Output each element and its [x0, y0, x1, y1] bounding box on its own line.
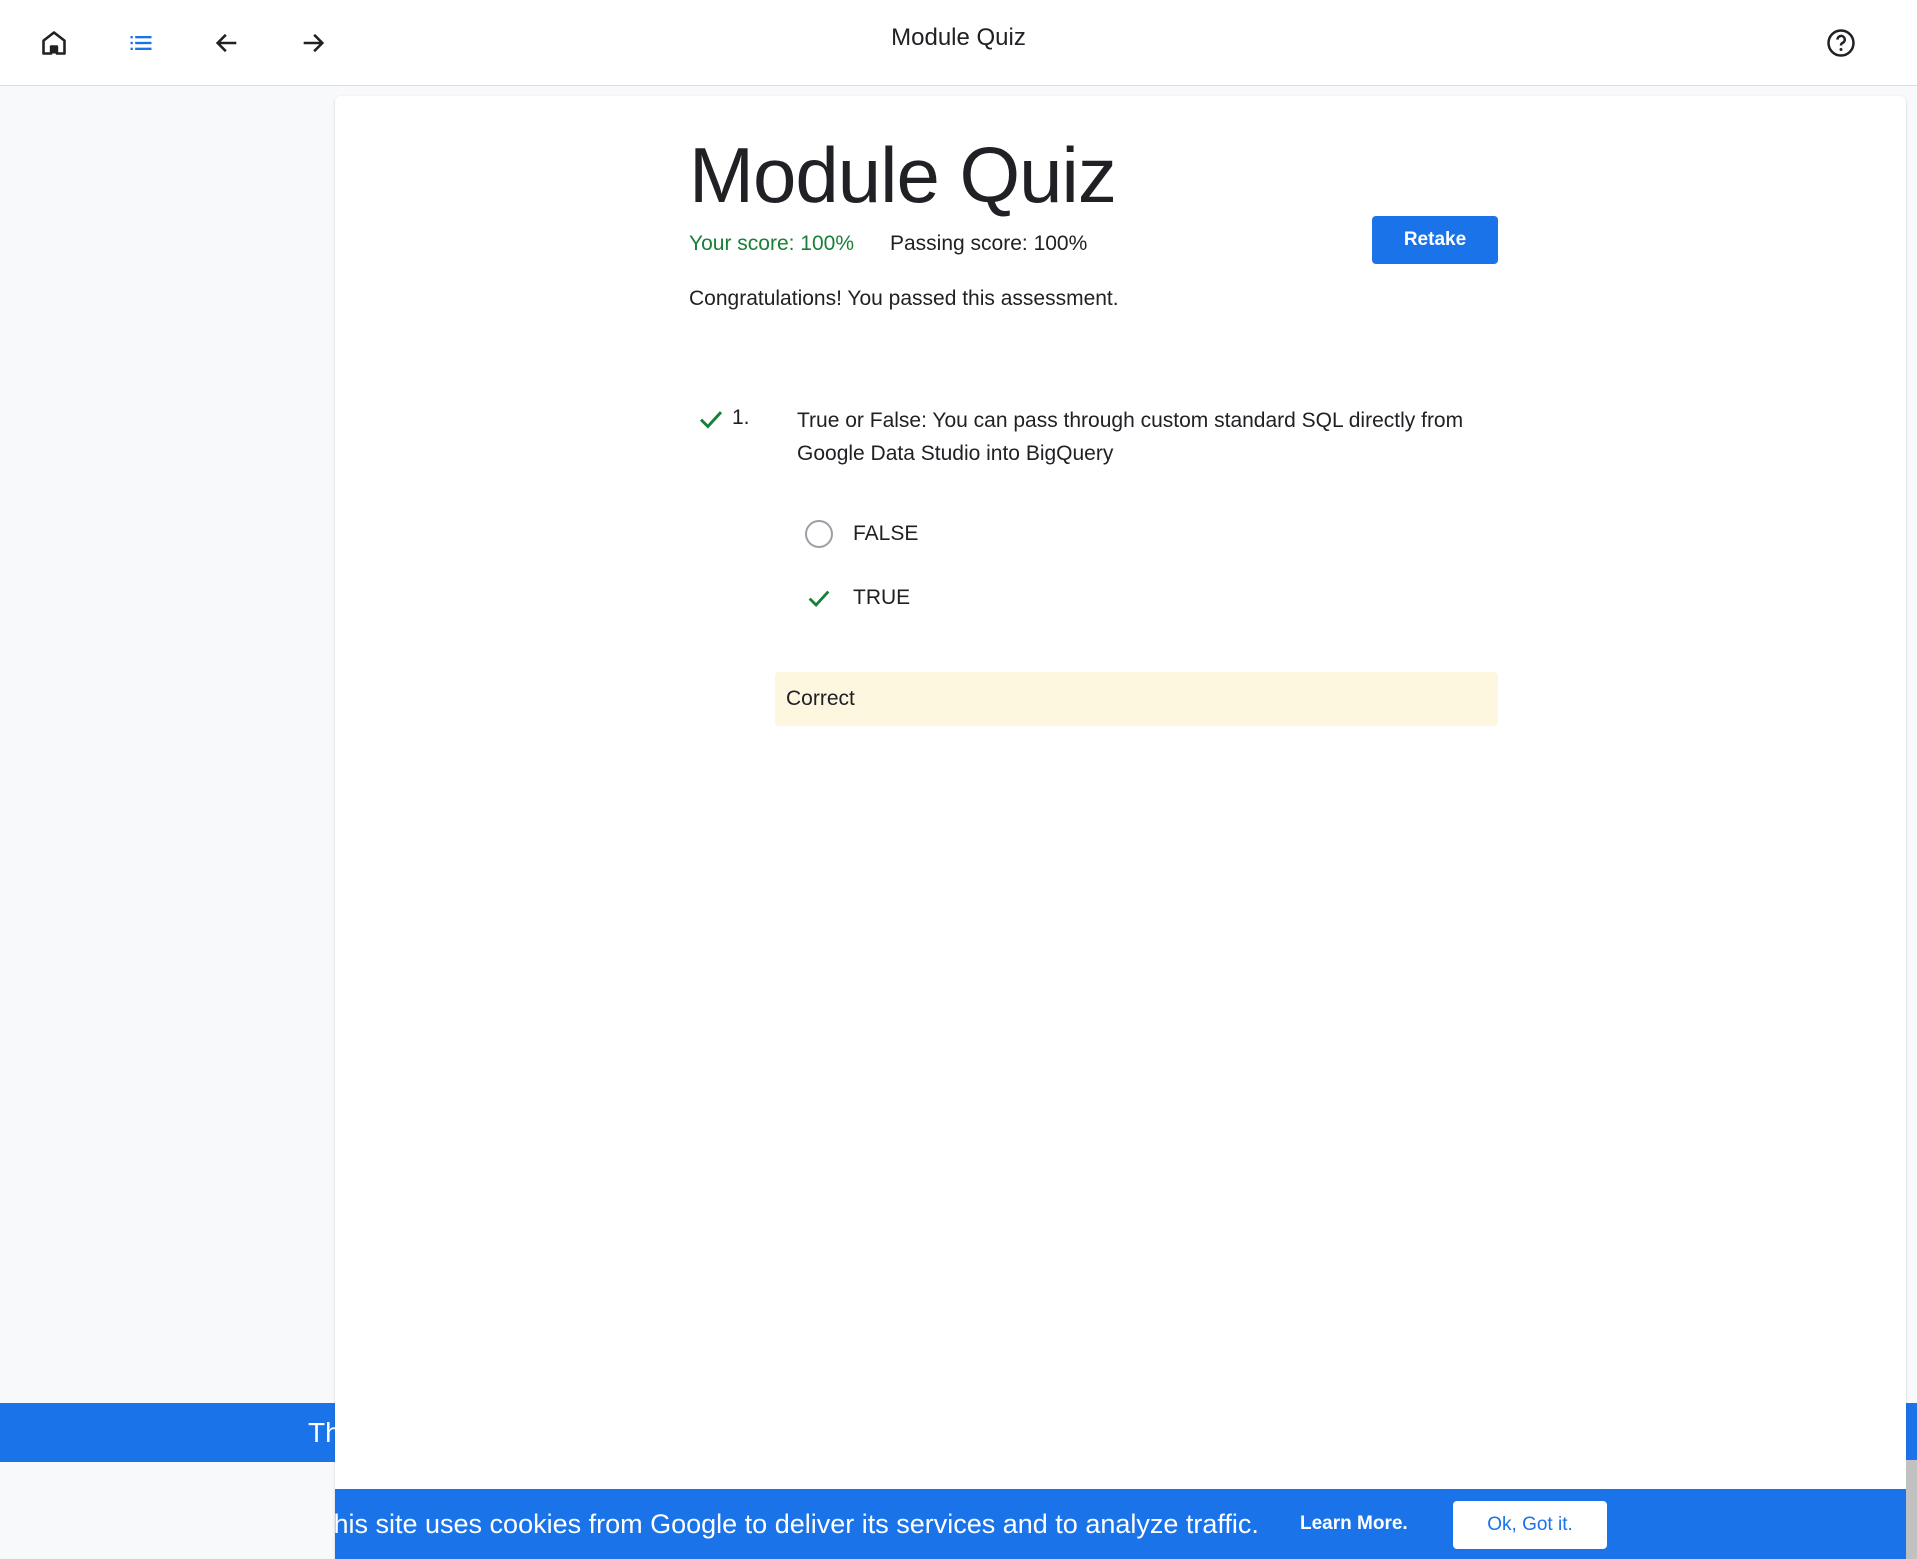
- result-message: Congratulations! You passed this assessm…: [689, 287, 1119, 310]
- ok-got-it-button[interactable]: Ok, Got it.: [1453, 1501, 1607, 1549]
- quiz-card: [335, 96, 1906, 1559]
- option-true[interactable]: TRUE: [805, 580, 910, 616]
- option-false[interactable]: FALSE: [805, 516, 918, 552]
- top-bar: Module Quiz: [0, 0, 1917, 86]
- check-icon: [805, 584, 833, 612]
- question-correct-check-icon: [696, 404, 726, 434]
- retake-button[interactable]: Retake: [1372, 216, 1498, 264]
- cookie-text: This site uses cookies from Google to de…: [335, 1509, 1259, 1539]
- score-line: Your score: 100% Passing score: 100%: [689, 232, 1087, 256]
- answer-feedback: Correct: [775, 672, 1498, 726]
- question-number: 1.: [732, 406, 750, 429]
- your-score: Your score: 100%: [689, 232, 854, 255]
- radio-unselected-icon[interactable]: [805, 520, 833, 548]
- help-icon[interactable]: [1819, 21, 1863, 65]
- option-label: FALSE: [853, 522, 919, 545]
- page-title: Module Quiz: [689, 131, 1117, 219]
- cookie-bar: This site uses cookies from Google to de…: [335, 1489, 1906, 1559]
- passing-score: Passing score: 100%: [890, 232, 1088, 255]
- learn-more-link[interactable]: Learn More.: [1300, 1489, 1408, 1559]
- topbar-title: Module Quiz: [891, 24, 1026, 51]
- option-label: TRUE: [853, 586, 911, 609]
- left-pane: [0, 86, 335, 1559]
- question-text: True or False: You can pass through cust…: [797, 409, 1464, 465]
- scrollbar[interactable]: [1906, 1460, 1917, 1559]
